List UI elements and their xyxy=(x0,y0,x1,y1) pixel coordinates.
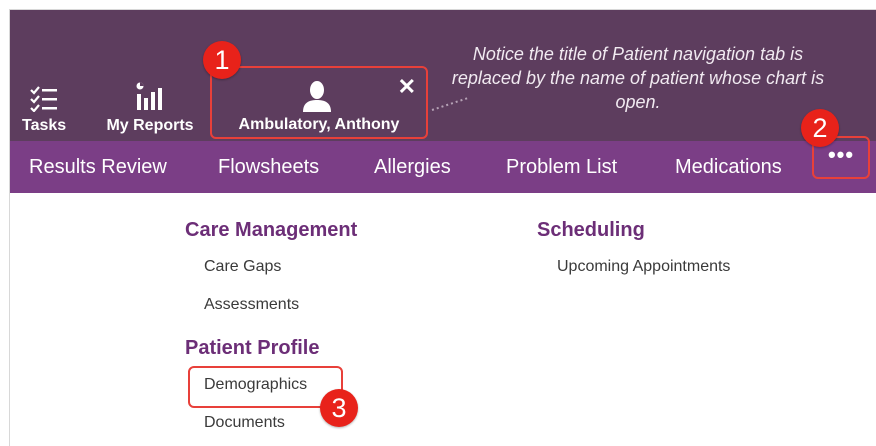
reports-label: My Reports xyxy=(106,117,194,134)
callout-badge-2: 2 xyxy=(801,109,839,147)
documents-link[interactable]: Documents xyxy=(204,414,285,432)
callout-badge-1: 1 xyxy=(203,41,241,79)
tasks-button[interactable]: Tasks xyxy=(22,84,66,135)
scheduling-heading: Scheduling xyxy=(537,219,645,241)
upcoming-appointments-link[interactable]: Upcoming Appointments xyxy=(557,258,730,276)
patient-profile-heading: Patient Profile xyxy=(185,337,320,359)
reports-icon xyxy=(136,82,162,110)
nav-bar: Results Review Flowsheets Allergies Prob… xyxy=(10,141,876,193)
patient-tab[interactable]: ✕ Ambulatory, Anthony xyxy=(210,66,428,139)
annotation-note: Notice the title of Patient navigation t… xyxy=(451,44,825,112)
close-tab-icon[interactable]: ✕ xyxy=(398,76,416,98)
nav-results-review[interactable]: Results Review xyxy=(29,156,167,179)
nav-flowsheets[interactable]: Flowsheets xyxy=(218,156,319,179)
callout-badge-3: 3 xyxy=(320,389,358,427)
tasks-label: Tasks xyxy=(22,117,67,134)
assessments-link[interactable]: Assessments xyxy=(204,296,299,314)
nav-medications[interactable]: Medications xyxy=(675,156,782,179)
top-toolbar: Tasks My Reports ✕ Ambulatory, Anthony N… xyxy=(10,10,876,141)
nav-problem-list[interactable]: Problem List xyxy=(506,156,617,179)
patient-avatar-icon xyxy=(303,81,331,112)
tasks-icon xyxy=(30,86,57,113)
care-gaps-link[interactable]: Care Gaps xyxy=(204,258,281,276)
care-management-heading: Care Management xyxy=(185,219,358,241)
my-reports-button[interactable]: My Reports xyxy=(100,80,200,135)
patient-name-label: Ambulatory, Anthony xyxy=(238,116,400,133)
app-window: Tasks My Reports ✕ Ambulatory, Anthony N… xyxy=(9,9,876,446)
nav-allergies[interactable]: Allergies xyxy=(374,156,451,179)
demographics-highlight xyxy=(188,366,343,408)
